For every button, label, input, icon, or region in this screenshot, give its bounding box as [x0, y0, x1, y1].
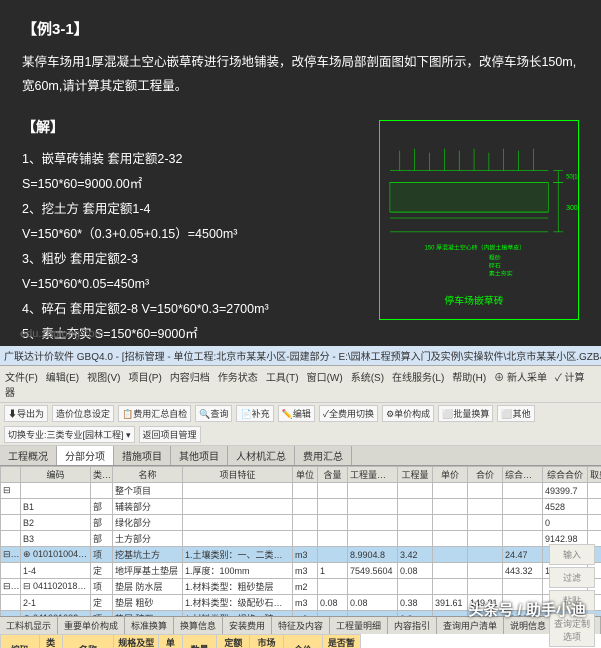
- col-header[interactable]: 合价: [283, 635, 323, 648]
- author-credit: 头条号 / 助手小迪: [468, 599, 586, 620]
- tool-button[interactable]: 📋费用汇总自检: [118, 405, 191, 422]
- col-header[interactable]: 类别: [39, 635, 62, 648]
- menu-item[interactable]: 作务状态: [218, 373, 258, 384]
- tool-dropdown[interactable]: 切换专业:三类专业[园林工程] ▾: [4, 426, 135, 443]
- menu-item[interactable]: 内容归档: [170, 373, 210, 384]
- menu-item[interactable]: 编辑(E): [46, 373, 79, 384]
- side-button[interactable]: 过滤: [549, 567, 595, 588]
- table-row[interactable]: ⊟整个项目49399.7: [1, 483, 601, 499]
- col-header[interactable]: 规格及型号: [114, 635, 159, 648]
- main-tabs: 工程概况分部分项措施项目其他项目人材机汇总费用汇总: [0, 446, 601, 466]
- tab[interactable]: 措施项目: [114, 446, 171, 465]
- bottom-tab[interactable]: 换算信息: [174, 617, 223, 634]
- problem-text: 某停车场用1厚混凝土空心嵌草砖进行场地铺装，改停车场局部剖面图如下图所示，改停车…: [22, 51, 579, 99]
- section-diagram: 50|150 300 150 厚混凝土空心砖（内嵌土植草皮） 粗砂 碎石 素土夯…: [379, 120, 579, 320]
- tool-button[interactable]: 造价位息设定: [52, 405, 114, 422]
- col-header[interactable]: 工程量: [398, 467, 433, 483]
- col-header[interactable]: 定额价: [217, 635, 250, 648]
- table-row[interactable]: 1-4定地坪厚基土垫层1.厚度：100mmm317549.56040.08443…: [1, 563, 601, 579]
- menu-item[interactable]: 窗口(W): [307, 373, 343, 384]
- toolbar: ⬇导出为造价位息设定📋费用汇总自检🔍查询📄补充 ✏️编辑✓全费用切换⚙单价构成⬜批…: [0, 403, 601, 446]
- bottom-tab[interactable]: 工程量明细: [330, 617, 388, 634]
- col-header[interactable]: 单价: [433, 467, 468, 483]
- bottom-tab[interactable]: 重要单价构成: [58, 617, 125, 634]
- diagram-caption: 停车场嵌草砖: [444, 294, 503, 307]
- bottom-tab[interactable]: 安装费用: [223, 617, 272, 634]
- col-header[interactable]: 工程量表达式: [348, 467, 398, 483]
- menu-bar[interactable]: 文件(F) 编辑(E) 视图(V) 项目(P) 内容归档作务状态工具(T) 窗口(W) 系统…: [0, 366, 601, 403]
- layer-label: 150 厚混凝土空心砖（内嵌土植草皮）: [425, 244, 526, 252]
- tool-button[interactable]: ⚙单价构成: [382, 405, 434, 422]
- tool-button[interactable]: 🔍查询: [195, 405, 232, 422]
- col-header[interactable]: 合价: [468, 467, 503, 483]
- dim-label: 300: [566, 205, 578, 212]
- material-grid[interactable]: 编码类别名称规格及型号单位数量定额价市场价合价是否暂估 R00001人综合工日工…: [0, 634, 361, 648]
- table-row[interactable]: ⊟ 2⊟ 041102018001项垫层 防水层1.材料类型：粗砂垫层m2[园林…: [1, 579, 601, 595]
- bottom-tab[interactable]: 标准换算: [125, 617, 174, 634]
- menu-item[interactable]: 项目(P): [128, 373, 161, 384]
- table-row[interactable]: ⊟ 1⊕ 010101004001项挖基坑土方1.土壤类别：一、二类土 2.挖土…: [1, 547, 601, 563]
- layer-label: 粗砂: [489, 254, 501, 262]
- tab[interactable]: 其他项目: [171, 446, 228, 465]
- table-row[interactable]: B2部绿化部分0[园林绿化工程]: [1, 515, 601, 531]
- menu-item[interactable]: 工具(T): [266, 373, 299, 384]
- tool-button[interactable]: ✓全费用切换: [319, 405, 378, 422]
- soln-line: 5、素土夯实 S=150*60=9000㎡: [22, 322, 579, 347]
- col-header[interactable]: 是否暂估: [323, 635, 361, 648]
- menu-item[interactable]: 系统(S): [351, 373, 384, 384]
- tool-button[interactable]: ⬇导出为: [4, 405, 48, 422]
- col-header[interactable]: 单位: [158, 635, 182, 648]
- table-row[interactable]: B3部土方部分9142.98[园林绿化工程]: [1, 531, 601, 547]
- tab[interactable]: 工程概况: [0, 446, 57, 465]
- dim-label: 50|150: [566, 174, 578, 180]
- bottom-tab[interactable]: 特征及内容: [272, 617, 330, 634]
- menu-item[interactable]: 文件(F): [5, 373, 38, 384]
- tool-button[interactable]: 返回项目管理: [139, 426, 201, 443]
- col-header[interactable]: 市场价: [250, 635, 283, 648]
- table-row[interactable]: B1部辅装部分4528[园林绿化工程]: [1, 499, 601, 515]
- col-header[interactable]: 含量: [318, 467, 348, 483]
- watermark: edu.zhulong.com: [20, 328, 104, 340]
- bottom-tab[interactable]: 工料机显示: [0, 617, 58, 634]
- layer-label: 碎石: [489, 262, 501, 270]
- col-header[interactable]: 取费专业: [588, 467, 601, 483]
- title-bar: 广联达计价软件 GBQ4.0 - [招标管理 - 单位工程:北京市某某小区-园建…: [0, 346, 601, 366]
- col-header[interactable]: [1, 467, 21, 483]
- tool-button[interactable]: ⬜批量换算: [438, 405, 493, 422]
- col-header[interactable]: 类别: [91, 467, 113, 483]
- col-header[interactable]: 数量: [182, 635, 217, 648]
- tab[interactable]: 费用汇总: [295, 446, 352, 465]
- col-header[interactable]: 单位: [293, 467, 318, 483]
- tab[interactable]: 分部分项: [57, 446, 114, 465]
- col-header[interactable]: 名称: [62, 635, 114, 648]
- col-header[interactable]: 编码: [1, 635, 40, 648]
- col-header[interactable]: 综合单价: [503, 467, 543, 483]
- tool-button[interactable]: 📄补充: [236, 405, 273, 422]
- menu-item[interactable]: 视图(V): [87, 373, 120, 384]
- tool-button[interactable]: ✏️编辑: [278, 405, 315, 422]
- col-header[interactable]: 名称: [113, 467, 183, 483]
- example-title: 【例3-1】: [22, 18, 579, 39]
- layer-label: 素土夯实: [489, 269, 513, 277]
- tab[interactable]: 人材机汇总: [228, 446, 295, 465]
- col-header[interactable]: 项目特征: [183, 467, 293, 483]
- bottom-tab[interactable]: 内容指引: [388, 617, 437, 634]
- menu-item[interactable]: 帮助(H): [452, 373, 486, 384]
- side-button[interactable]: 输入: [549, 544, 595, 565]
- menu-item[interactable]: 在线服务(L): [392, 373, 444, 384]
- tool-button[interactable]: ⬜其他: [497, 405, 534, 422]
- menu-item[interactable]: ⊕ 新人采单: [494, 373, 547, 384]
- side-panel: 输入 过滤 粘贴 查询定制选项: [547, 542, 597, 648]
- main-grid[interactable]: 编码类别名称项目特征单位含量工程量表达式工程量单价合价综合单价综合合价取费专业单…: [0, 466, 601, 616]
- col-header[interactable]: 编码: [21, 467, 91, 483]
- col-header[interactable]: 综合合价: [543, 467, 588, 483]
